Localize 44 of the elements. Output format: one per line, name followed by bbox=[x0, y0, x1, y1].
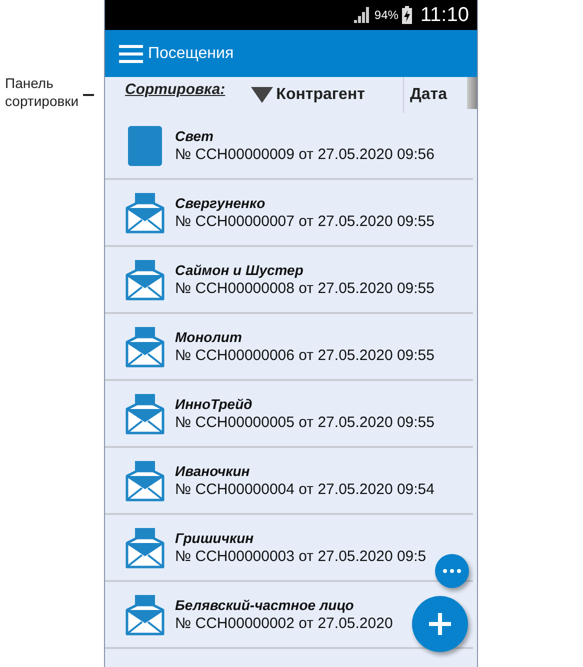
visit-client-name: Свергуненко bbox=[175, 195, 266, 211]
square-icon bbox=[125, 124, 165, 166]
sort-descending-icon bbox=[251, 87, 274, 103]
visit-document-number: № ССН00000005 от 27.05.2020 09:55 bbox=[175, 414, 434, 431]
visit-row[interactable]: Свергуненко № ССН00000007 от 27.05.2020 09:55 bbox=[105, 180, 473, 247]
menu-button[interactable] bbox=[119, 44, 143, 62]
envelope-icon bbox=[125, 326, 165, 368]
envelope-icon bbox=[125, 594, 165, 636]
visit-row[interactable]: Свет № ССН00000009 от 27.05.2020 09:56 bbox=[105, 113, 473, 180]
scroll-indicator bbox=[467, 77, 477, 109]
clock: 11:10 bbox=[420, 4, 469, 26]
battery-charging-icon bbox=[402, 6, 412, 24]
visit-row[interactable]: Саймон и Шустер № ССН00000008 от 27.05.2020 09:55 bbox=[105, 247, 473, 314]
menu-icon bbox=[119, 44, 143, 62]
visit-document-number: № ССН00000002 от 27.05.2020 bbox=[175, 615, 393, 632]
battery-percentage: 94% bbox=[374, 8, 398, 22]
signal-icon bbox=[353, 7, 370, 23]
visit-client-name: ИнноТрейд bbox=[175, 396, 254, 412]
visit-client-name: Гришичкин bbox=[175, 530, 255, 546]
visit-document-number: № ССН00000003 от 27.05.2020 09:5 bbox=[175, 548, 426, 565]
envelope-icon bbox=[125, 526, 165, 568]
visit-client-name: Саймон и Шустер bbox=[175, 262, 304, 278]
visit-document-number: № ССН00000009 от 27.05.2020 09:56 bbox=[175, 146, 434, 163]
visit-document-number: № ССН00000008 от 27.05.2020 09:55 bbox=[175, 280, 434, 297]
envelope-icon bbox=[125, 392, 165, 434]
visit-document-number: № ССН00000006 от 27.05.2020 09:55 bbox=[175, 347, 434, 364]
visit-client-name: Свет bbox=[175, 128, 214, 144]
visit-client-name: Иваночкин bbox=[175, 463, 251, 479]
more-icon bbox=[443, 569, 461, 573]
sort-label: Сортировка: bbox=[125, 81, 226, 98]
sort-option[interactable]: Контрагент bbox=[251, 77, 403, 113]
plus-icon bbox=[429, 613, 451, 635]
visit-document-number: № ССН00000004 от 27.05.2020 09:54 bbox=[175, 481, 434, 498]
envelope-icon bbox=[125, 460, 165, 502]
visit-document-number: № ССН00000007 от 27.05.2020 09:55 bbox=[175, 213, 434, 230]
visit-row[interactable]: ИнноТрейд № ССН00000005 от 27.05.2020 09:55 bbox=[105, 381, 473, 448]
visit-client-name: Белявский-частное лицо bbox=[175, 597, 355, 613]
annotation-label: Панель сортировки bbox=[5, 74, 79, 110]
envelope-icon bbox=[125, 192, 165, 234]
visit-client-name: Монолит bbox=[175, 329, 243, 345]
screen-title: Посещения bbox=[148, 44, 234, 62]
envelope-icon bbox=[125, 258, 165, 300]
visit-row[interactable]: Иваночкин № ССН00000004 от 27.05.2020 09:54 bbox=[105, 448, 473, 515]
visit-row[interactable]: Монолит № ССН00000006 от 27.05.2020 09:55 bbox=[105, 314, 473, 381]
